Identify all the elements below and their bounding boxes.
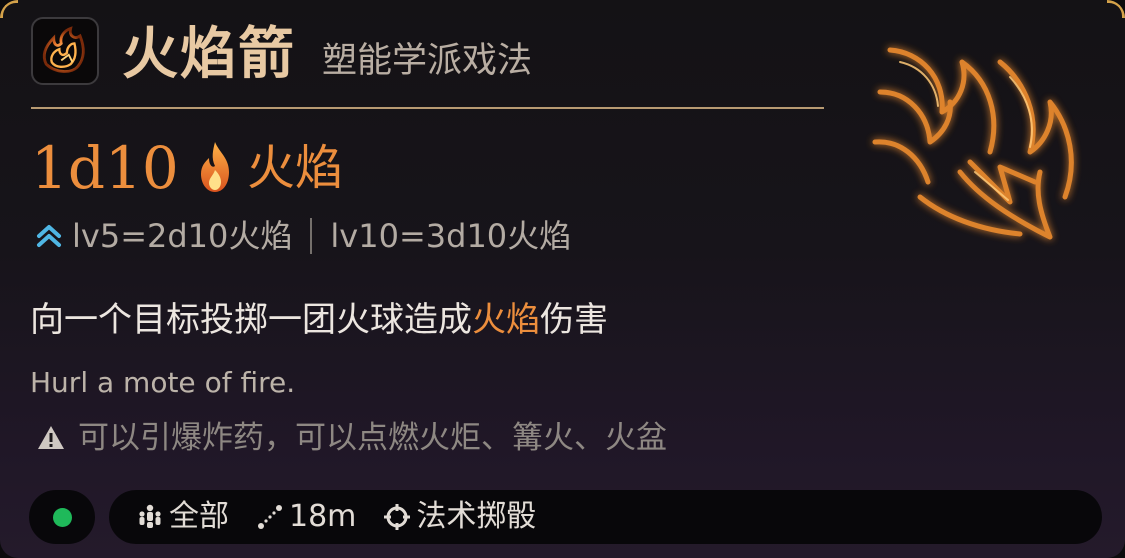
flame-icon: [200, 142, 229, 192]
fire-bolt-art-icon: [872, 47, 1074, 240]
range-line-icon: [258, 505, 282, 529]
upcast-level5: lv5=2d10火焰: [72, 217, 293, 255]
warning-row: 可以引爆炸药，可以点燃火炬、篝火、火盆: [36, 415, 667, 461]
target-label: 全部: [169, 499, 229, 534]
spell-school: 塑能学派戏法: [322, 41, 533, 81]
corner-ornament-right: [1107, 0, 1125, 18]
upcast-level10: lv10=3d10火焰: [330, 217, 572, 255]
roll-property: 法术掷骰: [382, 490, 536, 544]
people-icon: [139, 504, 161, 528]
range-label: 18m: [289, 499, 357, 534]
corner-ornament-left: [0, 0, 18, 18]
crosshair-icon: [384, 504, 411, 530]
target-property: 全部: [135, 490, 229, 544]
spell-tooltip: 火焰箭 塑能学派戏法 1d10 火焰 lv5=2d10火焰 lv10=3d10火…: [0, 0, 1125, 558]
upcast-row: lv5=2d10火焰 lv10=3d10火焰: [34, 214, 571, 258]
description-text-end: 伤害: [540, 300, 608, 340]
title-divider: [31, 107, 824, 109]
spell-name: 火焰箭: [122, 21, 296, 87]
damage-dice: 1d10: [31, 134, 179, 202]
warning-text: 可以引爆炸药，可以点燃火炬、篝火、火盆: [78, 420, 667, 456]
description-damage-type: 火焰: [472, 300, 540, 340]
damage-row: 1d10 火焰: [31, 128, 343, 208]
spell-description: 向一个目标投掷一团火球造成火焰伤害: [30, 294, 608, 346]
properties-bar: 全部 18m 法术掷骰: [109, 490, 1102, 544]
range-property: 18m: [255, 490, 356, 544]
warning-triangle-icon: [38, 426, 64, 449]
roll-label: 法术掷骰: [416, 499, 537, 534]
upcast-separator: [310, 218, 313, 254]
fire-bolt-icon: [31, 17, 99, 85]
damage-type: 火焰: [246, 140, 343, 196]
status-dot: [52, 507, 72, 527]
chevrons-up-icon: [37, 225, 61, 247]
flavor-text: Hurl a mote of fire.: [30, 366, 296, 399]
description-text: 向一个目标投掷一团火球造成: [30, 300, 472, 340]
status-indicator: [29, 490, 95, 544]
